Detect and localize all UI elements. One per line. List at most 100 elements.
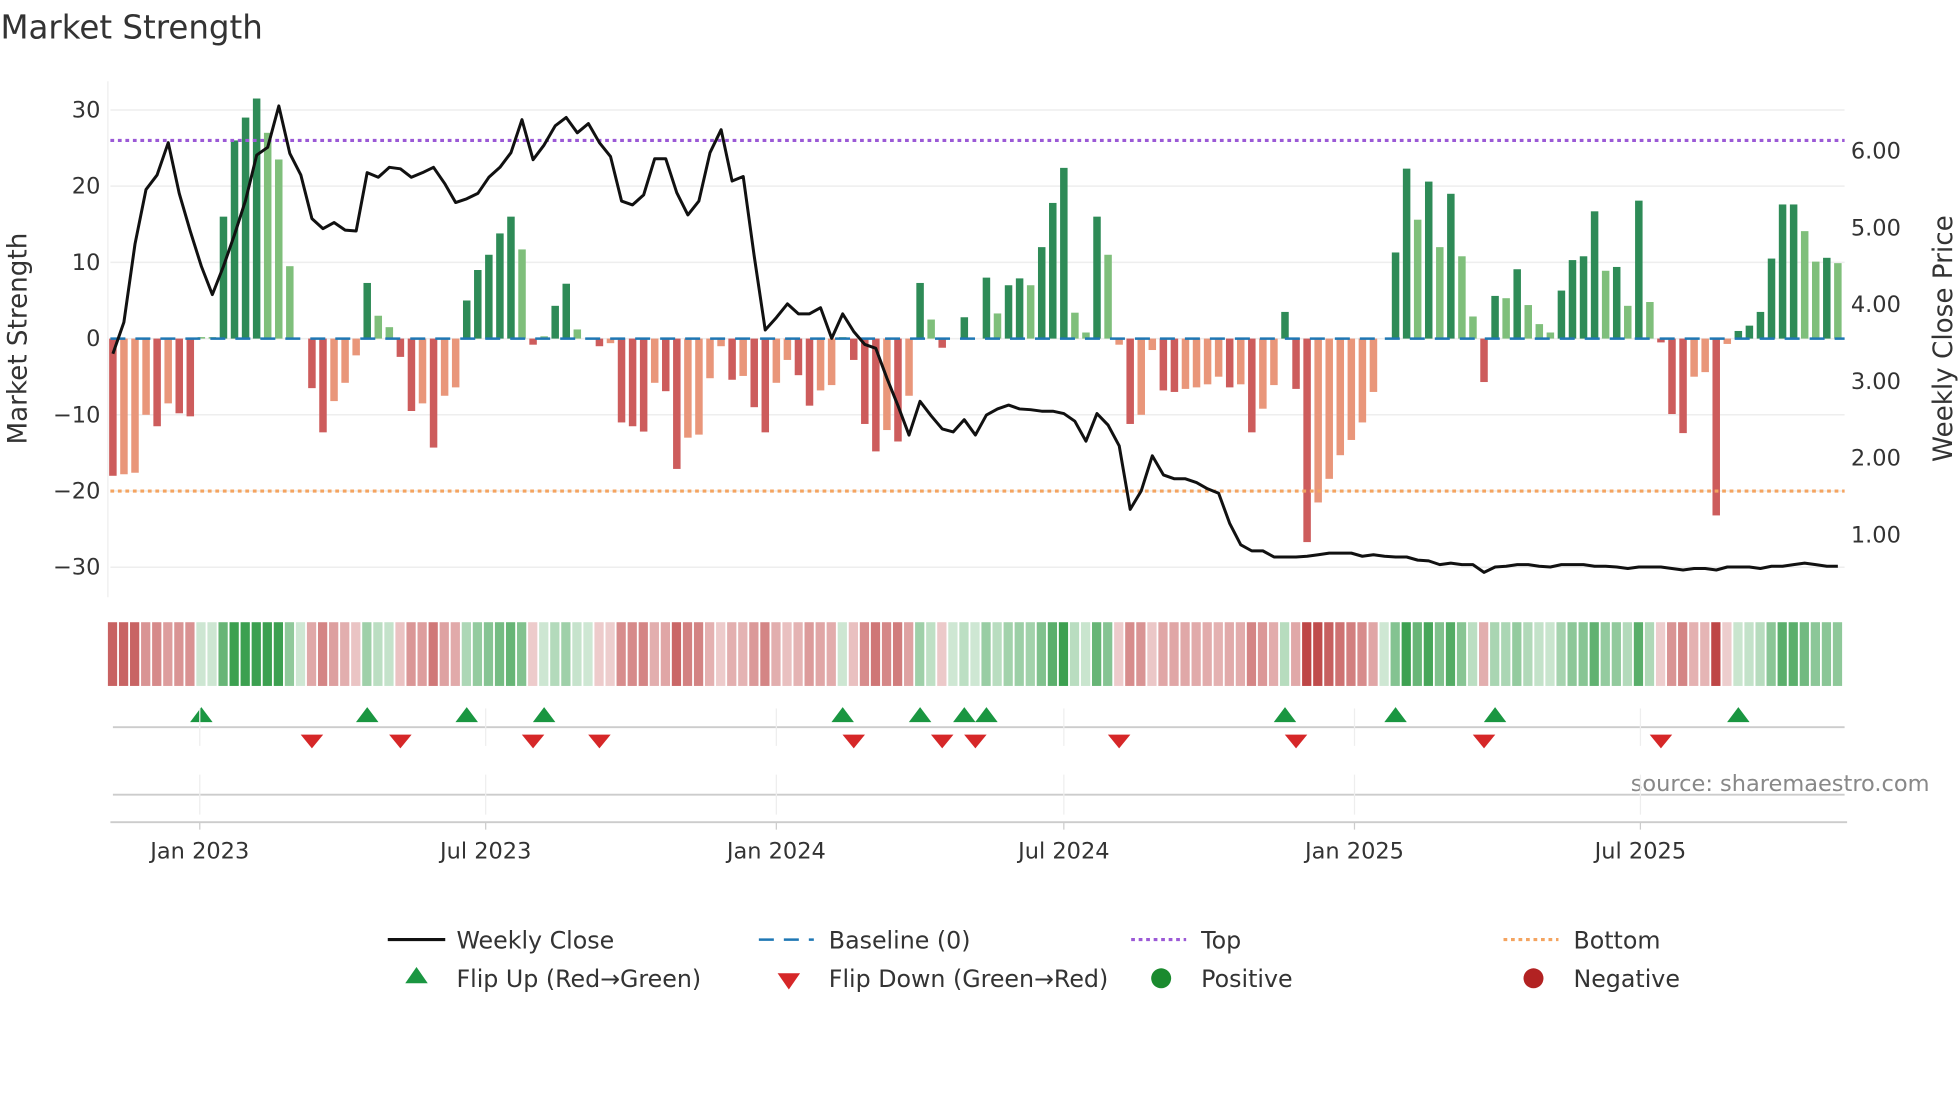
heat-strip-cell (406, 622, 416, 686)
heat-strip-cell (262, 622, 272, 686)
heat-strip-cell (937, 622, 947, 686)
strength-bar (1800, 231, 1809, 339)
heat-strip-cell (1246, 622, 1257, 686)
strength-bar (1701, 338, 1709, 373)
x-tick-label: Jul 2023 (438, 838, 531, 864)
heat-strip-cell (1291, 622, 1301, 686)
heat-strip-cell (384, 622, 394, 686)
heat-strip-cell (1589, 622, 1599, 686)
heat-strip-cell (926, 622, 936, 686)
x-tick-label: Jul 2025 (1593, 838, 1686, 864)
strength-bar (219, 216, 228, 339)
strength-bar (1679, 338, 1687, 434)
strength-bar (1303, 338, 1311, 543)
heat-strip-cell (1080, 622, 1091, 686)
strength-bar (518, 249, 526, 339)
heat-strip-cell (782, 622, 792, 686)
heat-strip-cell (1125, 622, 1135, 686)
heat-strip-cell (638, 622, 648, 686)
heat-strip-cell (1058, 622, 1069, 686)
heat-strip-cell (1202, 622, 1212, 686)
heat-strip-cell (141, 622, 151, 686)
strength-bar (684, 338, 692, 438)
y-tick-label: 20 (72, 174, 101, 200)
strength-bar (1358, 338, 1367, 423)
heat-strip-cell (660, 622, 671, 686)
strength-bar (352, 338, 360, 356)
heat-strip-cell (1368, 622, 1378, 686)
x-tick-label: Jan 2024 (725, 838, 826, 864)
heat-strip-cell (1578, 622, 1588, 686)
heat-strip-cell (1025, 622, 1035, 686)
flip-up-marker (1483, 707, 1507, 723)
strength-bar (1325, 338, 1333, 479)
heat-strip-cell (1501, 622, 1511, 686)
heat-strip-cell (251, 622, 261, 686)
strength-bar (241, 117, 250, 339)
flip-up-marker (953, 707, 976, 723)
y-axis-label: Market Strength (4, 233, 34, 445)
legend-top: Top (1200, 926, 1241, 954)
heat-strip-cell (417, 622, 427, 686)
strength-bar (319, 338, 327, 433)
legend-flip-down-icon (777, 973, 801, 990)
strength-bar (1126, 338, 1134, 424)
heat-strip-cell (185, 622, 195, 686)
heat-strip-cell (505, 622, 516, 686)
strength-bar (1203, 338, 1212, 385)
heat-strip-cell (539, 622, 549, 686)
heat-strip-cell (1014, 622, 1024, 686)
strength-bar (1413, 219, 1422, 339)
strength-bar (1834, 263, 1842, 339)
strength-bar (396, 338, 405, 357)
heat-strip-cell (1302, 622, 1312, 686)
heat-strip-cell (340, 622, 350, 686)
legend-flip-up-icon (405, 967, 428, 984)
flip-up-marker (355, 707, 379, 723)
strength-bar (341, 338, 349, 383)
heat-strip-cell (771, 622, 781, 686)
heat-strip-cell (1467, 622, 1478, 686)
strength-bar (562, 283, 570, 339)
heat-strip-cell (793, 622, 803, 686)
strength-bar (109, 338, 117, 476)
strength-bar (485, 254, 493, 339)
heat-strip-cell (1633, 622, 1644, 686)
heat-strip-cell (1235, 622, 1246, 686)
flip-down-marker (1284, 734, 1308, 749)
strength-bar (275, 159, 283, 339)
flip-down-marker (964, 734, 987, 749)
strength-bars (109, 98, 1842, 543)
flip-down-marker (1472, 734, 1496, 749)
y-ticks: 30 20 10 0 −10 −20 −30 (53, 97, 100, 580)
heat-strip-cell (826, 622, 836, 686)
heat-strip-cell (848, 622, 858, 686)
heat-strip-cell (1279, 622, 1290, 686)
market-strength-chart: Market Strength Market Strength Weekly C… (0, 9, 1959, 993)
strength-bar (905, 338, 913, 396)
heat-strip-cell (959, 622, 969, 686)
heat-strip-cell (439, 622, 449, 686)
strength-bar (363, 282, 371, 339)
flip-up-marker (455, 707, 478, 723)
strength-bar (330, 338, 338, 402)
strength-bar (1159, 338, 1168, 391)
legend-negative-icon (1523, 968, 1544, 989)
strength-bar (650, 338, 659, 383)
heat-strip-cell (815, 622, 825, 686)
heat-strip-cell (1545, 622, 1555, 686)
x-ticks: Jan 2023 Jul 2023 Jan 2024 Jul 2024 Jan 2025… (148, 708, 1686, 864)
heat-strip-cell (329, 622, 339, 686)
heat-strip-cell (494, 622, 505, 686)
heat-strip-cell (605, 622, 615, 686)
flip-down-marker (588, 734, 611, 749)
heat-strip-cell (306, 622, 317, 686)
heat-strip-cell (218, 622, 228, 686)
strength-bar (916, 282, 924, 339)
heat-strip-cell (992, 622, 1002, 686)
heat-strip-cell (915, 622, 925, 686)
heat-strip-cell (948, 622, 958, 686)
heat-strip-cell (1512, 622, 1522, 686)
strength-bar (462, 300, 471, 339)
heat-strip-cell (1268, 622, 1279, 686)
